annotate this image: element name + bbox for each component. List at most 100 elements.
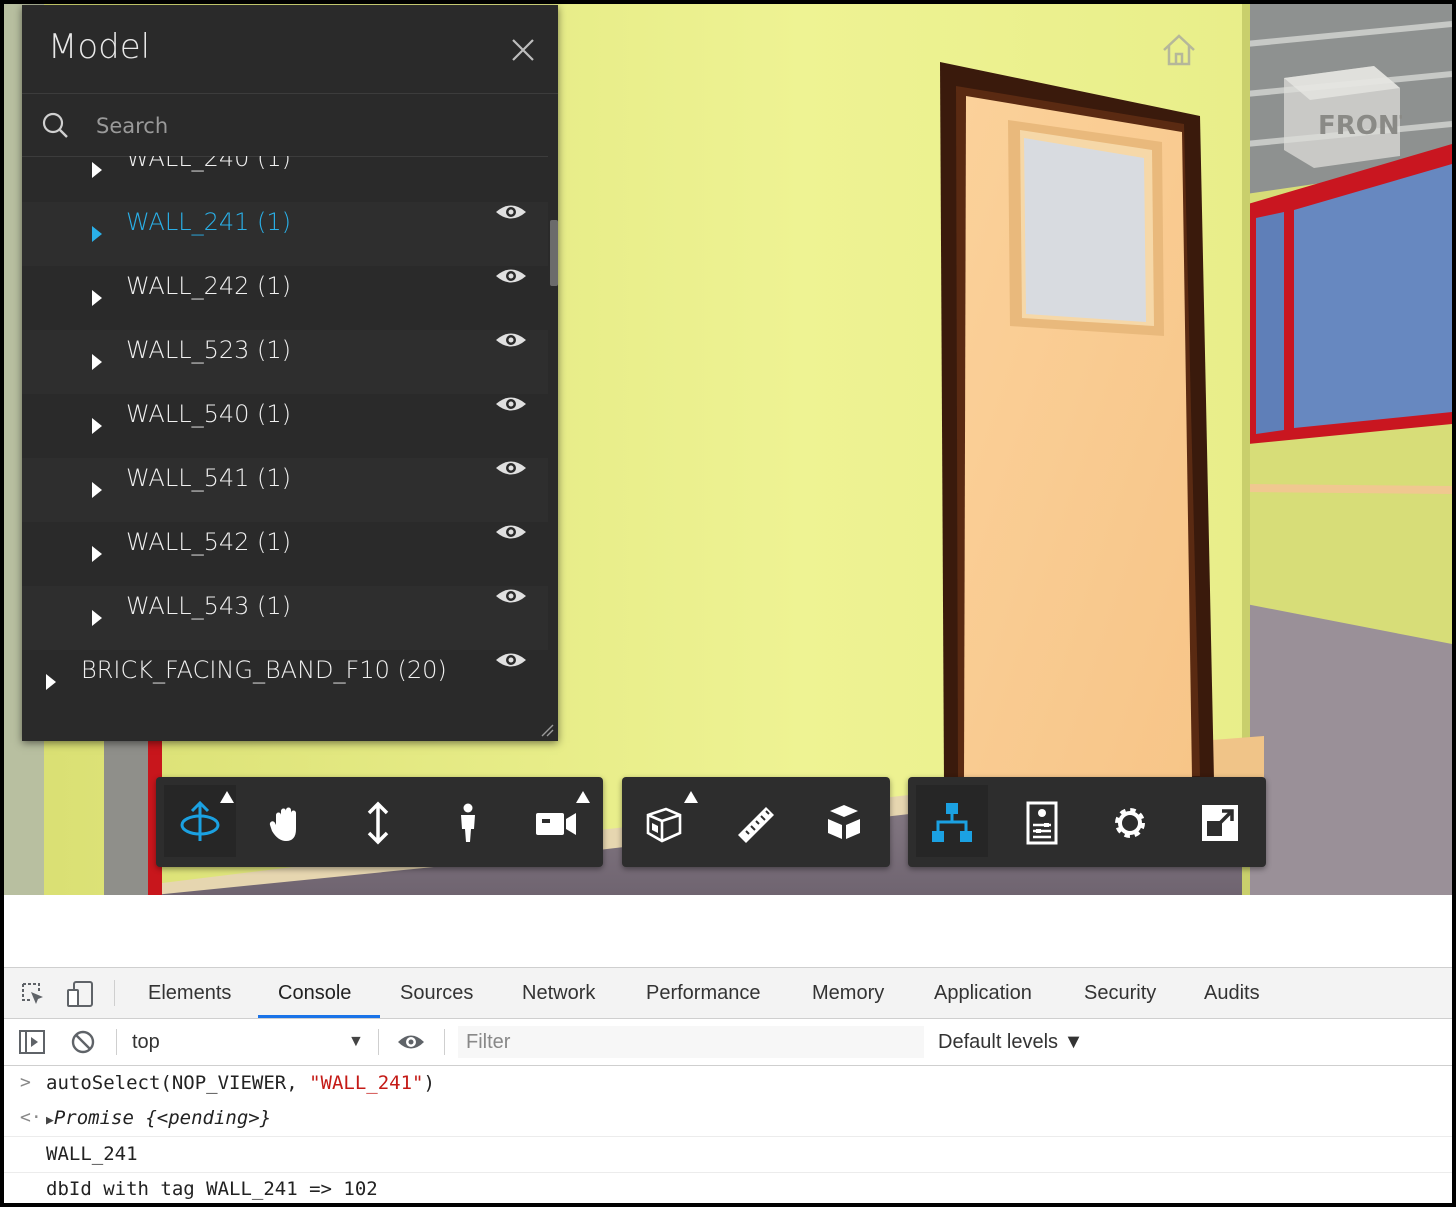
- divider: [444, 1029, 445, 1055]
- tab-application[interactable]: Application: [934, 982, 1032, 1005]
- properties-button[interactable]: [1006, 785, 1078, 857]
- visibility-eye-icon[interactable]: [494, 458, 528, 478]
- divider: [378, 1029, 379, 1055]
- camera-button[interactable]: [520, 785, 592, 857]
- close-icon[interactable]: [508, 35, 538, 65]
- expand-arrow-icon[interactable]: [46, 674, 56, 690]
- measure-button[interactable]: [720, 785, 792, 857]
- orbit-button[interactable]: [164, 785, 236, 857]
- dolly-icon: [367, 801, 389, 845]
- tree-item-label: WALL_523 (1): [126, 336, 292, 364]
- properties-icon: [1026, 801, 1058, 845]
- tab-audits[interactable]: Audits: [1204, 982, 1260, 1005]
- tab-elements[interactable]: Elements: [148, 982, 231, 1005]
- tree-item-label: WALL_542 (1): [126, 528, 292, 556]
- log-levels-dropdown[interactable]: Default levels ▼: [938, 1031, 1083, 1054]
- pan-button[interactable]: [252, 785, 324, 857]
- tab-performance[interactable]: Performance: [646, 982, 761, 1005]
- tree-item[interactable]: WALL_240 (1): [22, 156, 548, 202]
- visibility-eye-icon[interactable]: [494, 330, 528, 350]
- expand-arrow-icon[interactable]: [92, 482, 102, 498]
- search-input[interactable]: [94, 108, 518, 144]
- expand-arrow-icon[interactable]: [92, 354, 102, 370]
- visibility-eye-icon[interactable]: [494, 394, 528, 414]
- expand-arrow-icon[interactable]: [92, 610, 102, 626]
- caret-down-icon[interactable]: ▼: [348, 1033, 364, 1051]
- tree-item-label: WALL_241 (1): [126, 208, 292, 236]
- tab-security[interactable]: Security: [1084, 982, 1156, 1005]
- expand-arrow-icon[interactable]: [92, 226, 102, 242]
- filter-input[interactable]: [458, 1026, 924, 1058]
- browser-frame: FRONT Model WALL_240 (1): [4, 4, 1452, 1203]
- fullscreen-icon: [1202, 805, 1238, 841]
- expand-arrow-icon[interactable]: [92, 546, 102, 562]
- flyout-triangle-icon: [576, 791, 590, 803]
- tree-item[interactable]: WALL_540 (1): [22, 394, 548, 458]
- settings-button[interactable]: [1094, 785, 1166, 857]
- tree-item[interactable]: WALL_542 (1): [22, 522, 548, 586]
- tab-sources[interactable]: Sources: [400, 982, 473, 1005]
- section-icon: [646, 807, 682, 843]
- tree-item[interactable]: WALL_242 (1): [22, 266, 548, 330]
- visibility-eye-icon[interactable]: [494, 266, 528, 286]
- divider: [116, 1029, 117, 1055]
- expand-triangle-icon[interactable]: ▶: [46, 1113, 54, 1128]
- console-result-line: <· ▶Promise {<pending>}: [4, 1101, 1452, 1137]
- console-input[interactable]: autoSelect(NOP_VIEWER, "WALL_241"): [46, 1072, 435, 1094]
- inspect-element-icon[interactable]: [20, 981, 46, 1007]
- devtools-panel: Elements Console Sources Network Perform…: [4, 967, 1452, 1203]
- resize-handle-icon[interactable]: [540, 723, 554, 737]
- console-result[interactable]: ▶Promise {<pending>}: [46, 1107, 271, 1129]
- extensions-toolbar: [908, 777, 1266, 867]
- tree-item-label: BRICK_FACING_BAND_F10 (20): [81, 656, 447, 684]
- devtools-tabbar: Elements Console Sources Network Perform…: [4, 968, 1452, 1019]
- tree-item[interactable]: WALL_241 (1): [22, 202, 548, 266]
- sidebar-toggle-icon[interactable]: [18, 1029, 46, 1055]
- context-selector[interactable]: top: [132, 1031, 160, 1054]
- tree-item[interactable]: WALL_543 (1): [22, 586, 548, 650]
- visibility-eye-icon[interactable]: [494, 202, 528, 222]
- fullscreen-button[interactable]: [1184, 785, 1256, 857]
- console-log-line: WALL_241: [4, 1137, 1452, 1173]
- viewcube-face-label: FRONT: [1318, 111, 1402, 141]
- tree-item[interactable]: WALL_523 (1): [22, 330, 548, 394]
- console-input-line: > autoSelect(NOP_VIEWER, "WALL_241"): [4, 1066, 1452, 1101]
- measure-icon: [738, 807, 774, 843]
- live-expression-eye-icon[interactable]: [396, 1031, 426, 1053]
- home-icon[interactable]: [1160, 32, 1198, 68]
- expand-arrow-icon[interactable]: [92, 418, 102, 434]
- viewcube[interactable]: FRONT: [1280, 64, 1418, 184]
- tab-network[interactable]: Network: [522, 982, 595, 1005]
- console-output: > autoSelect(NOP_VIEWER, "WALL_241") <· …: [4, 1066, 1452, 1203]
- model-browser-panel: Model WALL_240 (1) WALL_241 (1): [22, 5, 558, 741]
- visibility-eye-icon[interactable]: [494, 156, 528, 158]
- visibility-eye-icon[interactable]: [494, 522, 528, 542]
- expand-arrow-icon[interactable]: [92, 290, 102, 306]
- visibility-eye-icon[interactable]: [494, 586, 528, 606]
- model-browser-icon: [932, 803, 972, 842]
- clear-console-icon[interactable]: [70, 1029, 96, 1055]
- result-arrow-icon: <·: [20, 1107, 42, 1128]
- scrollbar-thumb[interactable]: [550, 220, 558, 286]
- 3d-viewer-canvas[interactable]: FRONT Model WALL_240 (1): [4, 4, 1452, 895]
- dolly-button[interactable]: [342, 785, 414, 857]
- model-browser-button[interactable]: [916, 785, 988, 857]
- orbit-icon: [180, 801, 220, 841]
- divider: [114, 980, 115, 1006]
- active-tab-indicator: [258, 1015, 380, 1018]
- pan-icon: [269, 807, 296, 841]
- search-icon: [40, 110, 70, 140]
- first-person-button[interactable]: [432, 785, 504, 857]
- tree-item[interactable]: WALL_541 (1): [22, 458, 548, 522]
- tab-memory[interactable]: Memory: [812, 982, 884, 1005]
- tab-console[interactable]: Console: [278, 982, 351, 1005]
- visibility-eye-icon[interactable]: [494, 650, 528, 670]
- section-button[interactable]: [628, 785, 700, 857]
- model-tree: WALL_240 (1) WALL_241 (1) WALL_242 (1) W…: [22, 156, 548, 708]
- tree-item[interactable]: BRICK_FACING_BAND_F10 (20): [22, 650, 548, 708]
- tree-item-label: WALL_242 (1): [126, 272, 292, 300]
- explode-button[interactable]: [808, 785, 880, 857]
- device-toolbar-icon[interactable]: [66, 980, 94, 1008]
- first-person-icon: [461, 803, 475, 842]
- expand-arrow-icon[interactable]: [92, 162, 102, 178]
